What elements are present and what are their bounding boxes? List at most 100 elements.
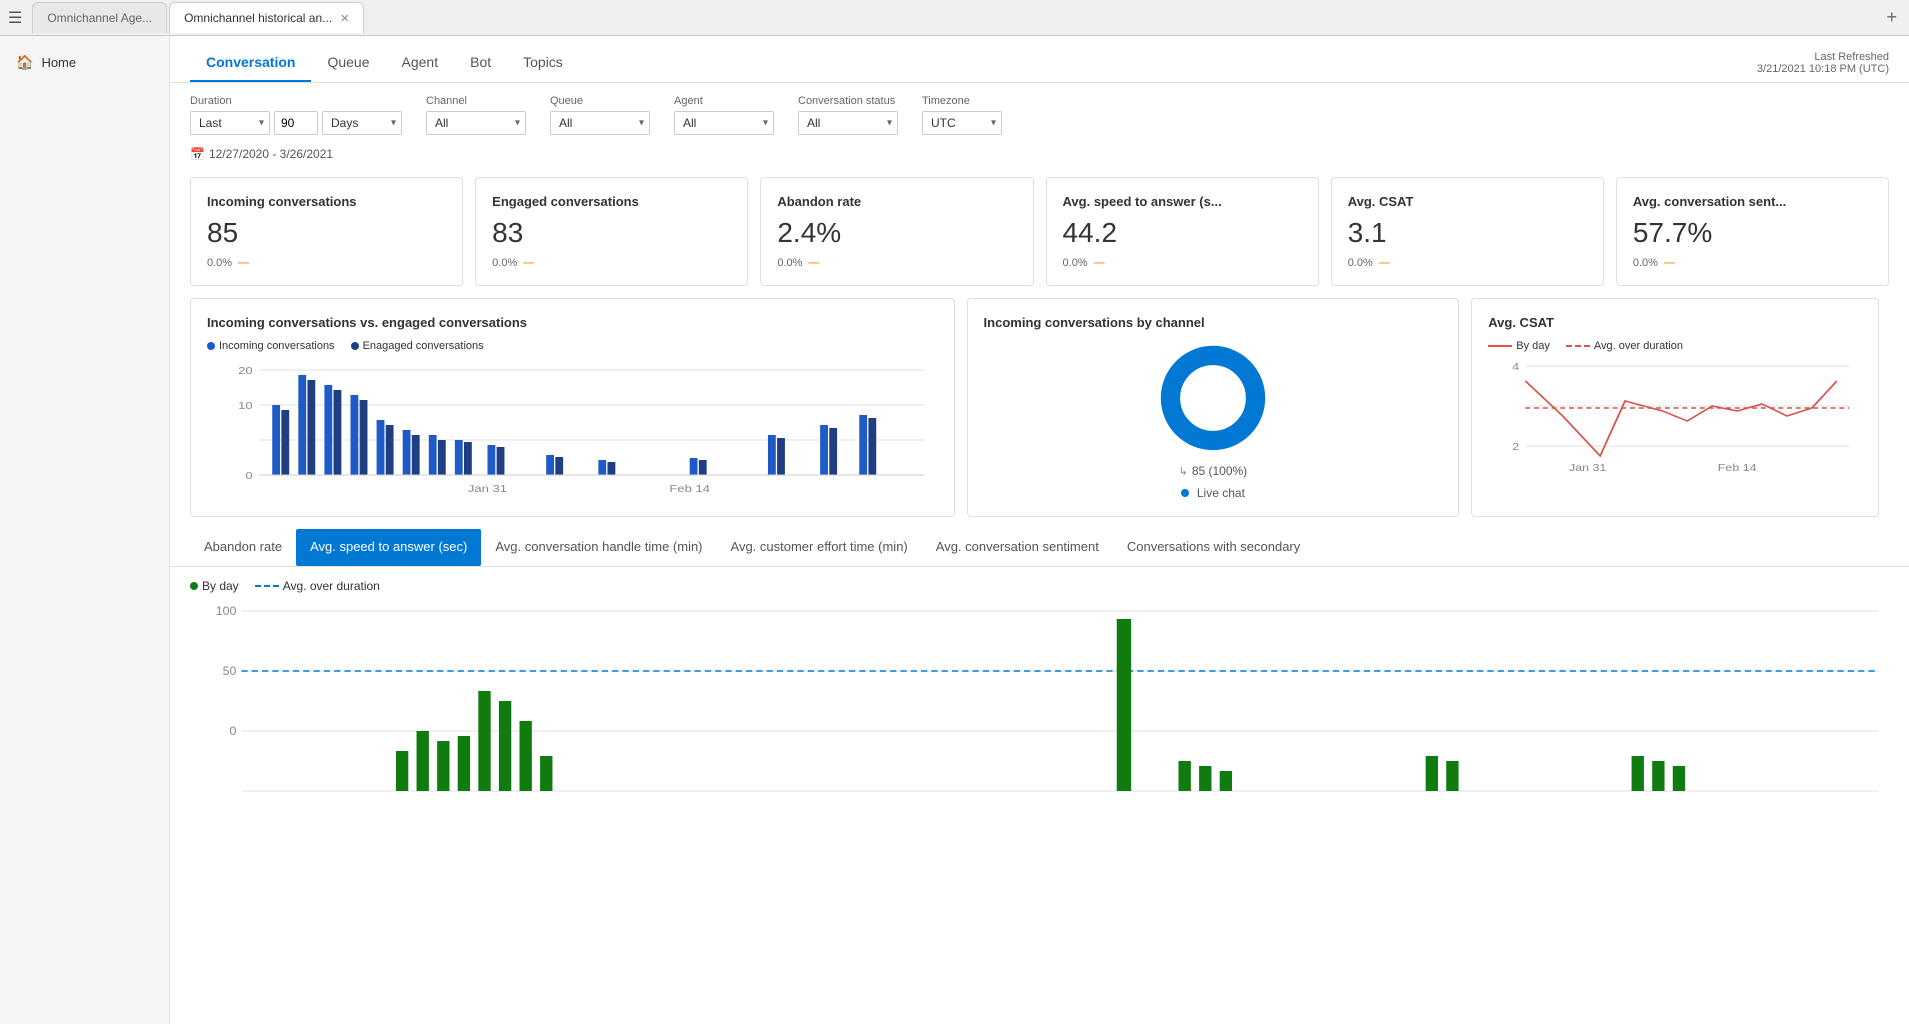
conversation-status-select[interactable]: All xyxy=(798,111,898,135)
timezone-select[interactable]: UTC xyxy=(922,111,1002,135)
kpi-change-engaged: 0.0% xyxy=(492,257,517,269)
kpi-dash-abandon: — xyxy=(808,257,819,269)
kpi-card-incoming: Incoming conversations 85 0.0% — xyxy=(190,177,463,286)
main-content: ConversationQueueAgentBotTopics Last Ref… xyxy=(170,36,1909,1024)
legend-incoming: Incoming conversations xyxy=(207,340,335,352)
kpi-dash-engaged: — xyxy=(523,257,534,269)
timezone-label: Timezone xyxy=(922,95,1002,107)
line-chart-area: 4 2 Jan 31 Feb 14 xyxy=(1488,356,1862,496)
donut-chart-title: Incoming conversations by channel xyxy=(984,315,1443,330)
bottom-tab-conv_sentiment[interactable]: Avg. conversation sentiment xyxy=(922,529,1113,566)
agent-label: Agent xyxy=(674,95,774,107)
duration-filter: Duration Last Days xyxy=(190,95,402,135)
queue-label: Queue xyxy=(550,95,650,107)
bar-chart-card: Incoming conversations vs. engaged conve… xyxy=(190,298,955,517)
by-day-legend: By day xyxy=(1488,340,1550,352)
live-chat-label: Live chat xyxy=(1197,486,1245,500)
svg-text:10: 10 xyxy=(238,400,253,411)
new-tab-button[interactable]: + xyxy=(1882,3,1901,32)
browser-tab-tab2[interactable]: Omnichannel historical an...✕ xyxy=(169,2,364,33)
svg-text:50: 50 xyxy=(223,664,237,678)
svg-text:20: 20 xyxy=(238,365,253,376)
kpi-footer-abandon: 0.0% — xyxy=(777,257,1016,269)
kpi-title-abandon: Abandon rate xyxy=(777,194,1016,209)
svg-text:100: 100 xyxy=(216,604,237,618)
kpi-title-sentiment: Avg. conversation sent... xyxy=(1633,194,1872,209)
kpi-change-abandon: 0.0% xyxy=(777,257,802,269)
kpi-footer-incoming: 0.0% — xyxy=(207,257,446,269)
by-day-label: By day xyxy=(1516,340,1550,352)
agent-select[interactable]: All xyxy=(674,111,774,135)
channel-select[interactable]: All xyxy=(426,111,526,135)
kpi-change-speed: 0.0% xyxy=(1063,257,1088,269)
kpi-change-incoming: 0.0% xyxy=(207,257,232,269)
nav-tab-agent[interactable]: Agent xyxy=(386,44,455,82)
donut-chart-area: ↳ 85 (100%) Live chat xyxy=(984,340,1443,500)
hamburger-menu[interactable]: ☰ xyxy=(8,8,22,28)
kpi-footer-csat: 0.0% — xyxy=(1348,257,1587,269)
sidebar-item-home[interactable]: 🏠 Home xyxy=(0,44,169,81)
bottom-by-day-dot xyxy=(190,582,198,590)
engaged-legend-dot xyxy=(351,342,359,350)
kpi-change-sentiment: 0.0% xyxy=(1633,257,1658,269)
bottom-tab-effort[interactable]: Avg. customer effort time (min) xyxy=(717,529,922,566)
sidebar: 🏠 Home xyxy=(0,36,170,1024)
bottom-tab-speed_answer[interactable]: Avg. speed to answer (sec) xyxy=(296,529,481,566)
svg-text:Feb 14: Feb 14 xyxy=(1718,463,1757,474)
kpi-value-speed: 44.2 xyxy=(1063,217,1302,249)
svg-text:Jan 31: Jan 31 xyxy=(1569,463,1606,474)
bottom-tab-secondary[interactable]: Conversations with secondary xyxy=(1113,529,1314,566)
svg-text:0: 0 xyxy=(245,470,252,481)
kpi-title-incoming: Incoming conversations xyxy=(207,194,446,209)
last-refreshed: Last Refreshed 3/21/2021 10:18 PM (UTC) xyxy=(1757,51,1889,75)
bottom-bar-chart: 100 50 0 xyxy=(190,601,1889,801)
bottom-bar-chart-svg: 100 50 0 xyxy=(190,601,1889,801)
avg-duration-label: Avg. over duration xyxy=(1594,340,1683,352)
svg-text:2: 2 xyxy=(1512,442,1519,453)
by-day-line-icon xyxy=(1488,345,1512,347)
line-chart-card: Avg. CSAT By day Avg. over duration xyxy=(1471,298,1879,517)
kpi-value-csat: 3.1 xyxy=(1348,217,1587,249)
duration-period-select[interactable]: Last xyxy=(190,111,270,135)
queue-select[interactable]: All xyxy=(550,111,650,135)
avg-duration-legend: Avg. over duration xyxy=(1566,340,1683,352)
donut-chart-card: Incoming conversations by channel ↳ 85 (… xyxy=(967,298,1460,517)
duration-value-input[interactable] xyxy=(274,111,318,135)
nav-tab-conversation[interactable]: Conversation xyxy=(190,44,311,82)
bottom-tab-handle_time[interactable]: Avg. conversation handle time (min) xyxy=(481,529,716,566)
date-range: 📅 12/27/2020 - 3/26/2021 xyxy=(170,143,1909,165)
kpi-card-abandon: Abandon rate 2.4% 0.0% — xyxy=(760,177,1033,286)
duration-unit-select[interactable]: Days xyxy=(322,111,402,135)
last-refreshed-label: Last Refreshed xyxy=(1757,51,1889,63)
kpi-dash-sentiment: — xyxy=(1664,257,1675,269)
tab-close-tab2[interactable]: ✕ xyxy=(340,12,349,25)
channel-filter: Channel All xyxy=(426,95,526,135)
nav-tab-queue[interactable]: Queue xyxy=(311,44,385,82)
bottom-tab-abandon[interactable]: Abandon rate xyxy=(190,529,296,566)
bottom-avg-line-icon xyxy=(255,585,279,587)
bottom-chart-legend: By day Avg. over duration xyxy=(190,579,1889,593)
date-range-value: 12/27/2020 - 3/26/2021 xyxy=(209,147,333,161)
bar-chart-area: 20 10 0 xyxy=(207,360,938,500)
engaged-legend-label: Enagaged conversations xyxy=(363,340,484,352)
avg-line-icon xyxy=(1566,345,1590,347)
nav-tab-bot[interactable]: Bot xyxy=(454,44,507,82)
nav-tab-topics[interactable]: Topics xyxy=(507,44,579,82)
donut-label: ↳ 85 (100%) xyxy=(1179,464,1248,478)
incoming-legend-label: Incoming conversations xyxy=(219,340,335,352)
bottom-avg-label: Avg. over duration xyxy=(283,579,380,593)
channel-label: Channel xyxy=(426,95,526,107)
kpi-card-sentiment: Avg. conversation sent... 57.7% 0.0% — xyxy=(1616,177,1889,286)
sidebar-home-label: Home xyxy=(41,55,76,70)
browser-tab-tab1[interactable]: Omnichannel Age... xyxy=(32,2,167,33)
kpi-footer-engaged: 0.0% — xyxy=(492,257,731,269)
kpi-row: Incoming conversations 85 0.0% — Engaged… xyxy=(170,165,1909,298)
donut-legend: Live chat xyxy=(1181,486,1245,500)
donut-value: 85 (100%) xyxy=(1192,464,1247,478)
kpi-change-csat: 0.0% xyxy=(1348,257,1373,269)
timezone-filter: Timezone UTC xyxy=(922,95,1002,135)
bottom-chart-section: By day Avg. over duration 100 50 xyxy=(170,567,1909,813)
queue-filter: Queue All xyxy=(550,95,650,135)
nav-tabs: ConversationQueueAgentBotTopics xyxy=(190,44,579,82)
top-bar: ConversationQueueAgentBotTopics Last Ref… xyxy=(170,36,1909,83)
